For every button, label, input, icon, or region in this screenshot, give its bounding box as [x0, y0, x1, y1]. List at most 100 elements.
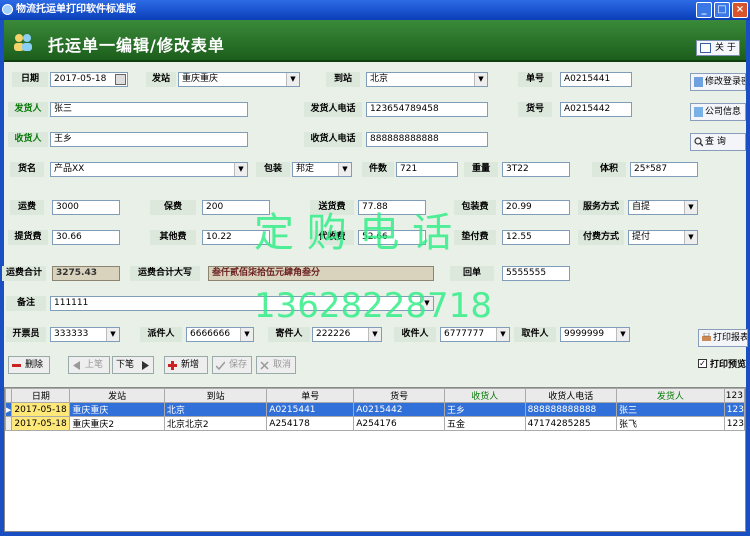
payment-label: 付费方式 [578, 230, 624, 245]
table-cell[interactable]: A0215441 [266, 402, 355, 417]
add-button[interactable]: 新增 [164, 356, 208, 374]
pack-select[interactable]: 邦定 ▼ [292, 162, 352, 177]
table-cell[interactable]: 张三 [616, 402, 725, 417]
close-button[interactable]: × [732, 2, 748, 18]
table-cell[interactable]: 北京 [163, 402, 268, 417]
records-table[interactable]: 日期 发站 到站 单号 货号 收货人 收货人电话 发货人 123 ▶ 2017-… [4, 387, 746, 532]
chevron-down-icon[interactable]: ▼ [368, 328, 381, 341]
watermark-phone: 13628228718 [254, 286, 492, 326]
pickup-label: 提货费 [8, 230, 48, 245]
cancel-button[interactable]: 取消 [256, 356, 296, 374]
issuer-select[interactable]: 333333 ▼ [50, 327, 120, 342]
advance-field[interactable]: 12.55 [502, 230, 570, 245]
receipt-label: 回单 [450, 266, 494, 281]
to-select[interactable]: 北京 ▼ [366, 72, 488, 87]
calendar-icon[interactable] [115, 74, 126, 85]
pickup-field[interactable]: 30.66 [52, 230, 120, 245]
chevron-down-icon[interactable]: ▼ [474, 73, 487, 86]
table-cell[interactable]: 重庆重庆2 [69, 416, 165, 431]
table-cell[interactable]: 888888888888 [524, 402, 618, 417]
minimize-button[interactable]: _ [696, 2, 712, 18]
chevron-down-icon[interactable]: ▼ [338, 163, 351, 176]
chevron-down-icon[interactable]: ▼ [106, 328, 119, 341]
next-button[interactable]: 下笔 [112, 356, 154, 374]
column-header[interactable]: 发站 [69, 388, 165, 403]
column-header[interactable]: 单号 [266, 388, 355, 403]
company-info-button[interactable]: 公司信息 [690, 103, 746, 121]
chevron-down-icon[interactable]: ▼ [684, 231, 697, 244]
column-header[interactable]: 收货人电话 [524, 388, 618, 403]
cancel-label: 取消 [273, 360, 292, 370]
collector-select[interactable]: 6777777 ▼ [440, 327, 510, 342]
pack-value: 邦定 [296, 164, 315, 174]
service-select[interactable]: 自提 ▼ [628, 200, 698, 215]
table-cell[interactable]: 王乡 [444, 402, 526, 417]
from-value: 重庆重庆 [182, 74, 219, 84]
dispatcher-select[interactable]: 6666666 ▼ [186, 327, 254, 342]
table-cell[interactable]: 重庆重庆 [69, 402, 165, 417]
sender-field[interactable]: 张三 [50, 102, 248, 117]
total-label: 运费合计 [2, 266, 46, 281]
pieces-field[interactable]: 721 [396, 162, 458, 177]
dispatcher-value: 6666666 [190, 329, 231, 339]
edit-login-password-button[interactable]: 修改登录密码 [690, 73, 746, 91]
column-header[interactable]: 到站 [163, 388, 268, 403]
column-header[interactable]: 日期 [11, 388, 71, 403]
goods-select[interactable]: 产品XX ▼ [50, 162, 248, 177]
prev-button[interactable]: 上笔 [68, 356, 110, 374]
picker-select[interactable]: 9999999 ▼ [560, 327, 630, 342]
receipt-field[interactable]: 5555555 [502, 266, 570, 281]
column-header[interactable]: 发货人 [616, 388, 725, 403]
mailer-label: 寄件人 [268, 327, 310, 342]
table-cell[interactable]: A0215442 [353, 402, 446, 417]
volume-field[interactable]: 25*587 [630, 162, 698, 177]
table-cell[interactable]: 2017-05-18 [11, 416, 71, 431]
receiver-field[interactable]: 王乡 [50, 132, 248, 147]
weight-field[interactable]: 3T22 [502, 162, 570, 177]
chevron-down-icon[interactable]: ▼ [684, 201, 697, 214]
date-field[interactable]: 2017-05-18 [50, 72, 128, 87]
payment-select[interactable]: 提付 ▼ [628, 230, 698, 245]
picker-value: 9999999 [564, 329, 605, 339]
table-cell[interactable]: 2017-05-18 [11, 402, 71, 417]
print-preview-checkbox[interactable]: ✓ [698, 359, 707, 368]
sender-phone-field[interactable]: 123654789458 [366, 102, 488, 117]
chevron-down-icon[interactable]: ▼ [616, 328, 629, 341]
table-cell[interactable]: 张飞 [616, 416, 725, 431]
save-button[interactable]: 保存 [212, 356, 252, 374]
chevron-down-icon[interactable]: ▼ [234, 163, 247, 176]
table-cell[interactable]: 五金 [444, 416, 526, 431]
query-button[interactable]: 查 询 [690, 133, 746, 151]
table-cell[interactable]: 47174285285 [524, 416, 618, 431]
window-title: 物流托运单打印软件标准版 [16, 4, 136, 15]
receiver-phone-field[interactable]: 888888888888 [366, 132, 488, 147]
table-row[interactable]: 2017-05-18 重庆重庆2 北京北京2 A254178 A254176 五… [5, 416, 745, 431]
column-header[interactable]: 货号 [353, 388, 446, 403]
table-cell[interactable]: 北京北京2 [163, 416, 268, 431]
table-cell[interactable]: 123 [723, 416, 745, 431]
table-cell[interactable]: 123 [723, 402, 745, 417]
issuer-label: 开票员 [6, 327, 46, 342]
mailer-select[interactable]: 222226 ▼ [312, 327, 382, 342]
packfee-field[interactable]: 20.99 [502, 200, 570, 215]
freight-field[interactable]: 3000 [52, 200, 120, 215]
column-header[interactable]: 123 [723, 388, 745, 403]
table-row[interactable]: ▶ 2017-05-18 重庆重庆 北京 A0215441 A0215442 王… [5, 402, 745, 417]
table-cell[interactable]: A254176 [353, 416, 446, 431]
chevron-down-icon[interactable]: ▼ [496, 328, 509, 341]
delete-button[interactable]: 删除 [8, 356, 50, 374]
chevron-down-icon[interactable]: ▼ [240, 328, 253, 341]
maximize-button[interactable]: □ [714, 2, 730, 18]
volume-label: 体积 [592, 162, 626, 177]
table-cell[interactable]: A254178 [266, 416, 355, 431]
from-select[interactable]: 重庆重庆 ▼ [178, 72, 300, 87]
about-button[interactable]: 关 于 [696, 40, 740, 56]
printer-icon [702, 333, 711, 341]
print-report-button[interactable]: 打印报表 [698, 329, 748, 347]
packfee-label: 包装费 [454, 200, 496, 215]
column-header[interactable]: 收货人 [444, 388, 526, 403]
cargo-no-field[interactable]: A0215442 [560, 102, 632, 117]
issuer-value: 333333 [54, 329, 89, 339]
chevron-down-icon[interactable]: ▼ [286, 73, 299, 86]
order-field[interactable]: A0215441 [560, 72, 632, 87]
